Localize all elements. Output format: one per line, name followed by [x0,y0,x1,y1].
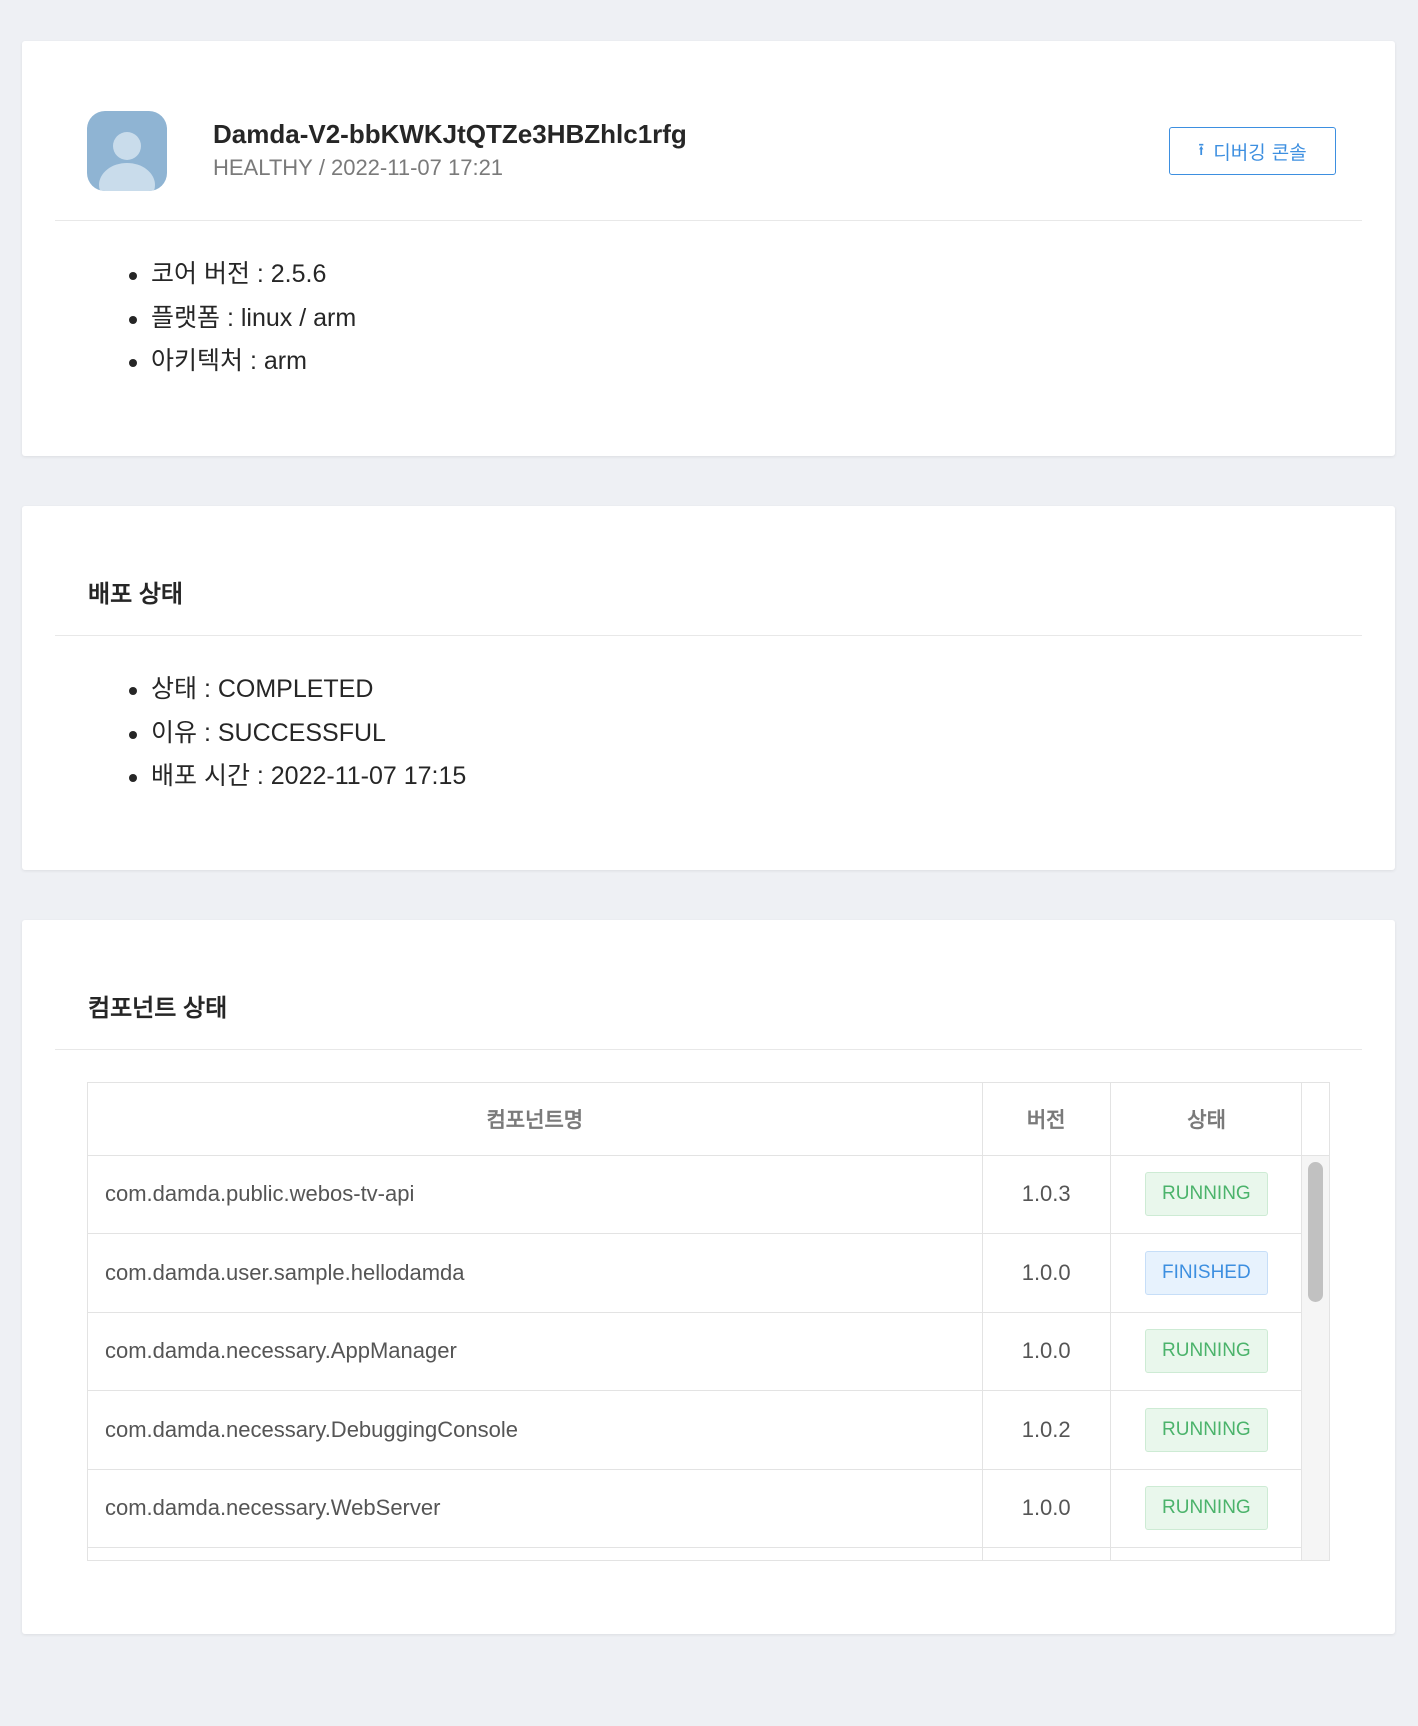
info-core-version: 코어 버전 : 2.5.6 [129,253,356,297]
device-status: HEALTHY [213,155,313,180]
debug-console-button[interactable]: ⭱ 디버깅 콘솔 [1169,127,1336,175]
deploy-header: 배포 상태 [55,506,1362,636]
device-card: Damda-V2-bbKWKJtQTZe3HBZhlc1rfg HEALTHY /… [22,41,1395,456]
status-badge: RUNNING [1144,1407,1268,1452]
component-version: 1.0.0 [982,1469,1111,1548]
device-avatar [87,111,167,191]
status-badge: FINISHED [1144,1250,1268,1295]
component-name: com.damda.necessary.WebServer [88,1469,983,1548]
component-version: 1.0.0 [982,1233,1111,1313]
status-badge: RUNNING [1144,1172,1268,1217]
components-header: 컴포넌트 상태 [55,920,1362,1050]
deploy-info-list: 상태 : COMPLETED 이유 : SUCCESSFUL 배포 시간 : 2… [129,668,466,799]
table-row[interactable]: com.damda.necessary.DebuggingConsole 1.0… [88,1390,1304,1470]
device-timestamp: 2022-11-07 17:21 [330,155,504,180]
table-header-row: 컴포넌트명 버전 상태 [88,1083,1303,1156]
deploy-time: 배포 시간 : 2022-11-07 17:15 [129,755,466,799]
info-platform: 플랫폼 : linux / arm [129,297,356,341]
table-row[interactable]: com.damda.necessary.AppManager 1.0.0 RUN… [88,1312,1304,1391]
deploy-title: 배포 상태 [88,581,183,608]
table-row[interactable]: com.damda.necessary.WebServer 1.0.0 RUNN… [88,1469,1304,1548]
component-name: com.damda.necessary.AppManager [88,1312,983,1391]
component-version: 1.0.0 [982,1312,1111,1391]
upload-icon: ⭱ [1198,139,1205,160]
scrollbar-thumb[interactable] [1308,1162,1323,1302]
info-architecture: 아키텍처 : arm [129,340,356,384]
components-table: 컴포넌트명 버전 상태 com.damda.public.webos-tv-ap… [88,1083,1304,1560]
table-row[interactable]: com.damda.user.sample.hellodamda 1.0.0 F… [88,1233,1304,1313]
avatar-body-shape [99,163,155,191]
deploy-card: 배포 상태 상태 : COMPLETED 이유 : SUCCESSFUL 배포 … [22,506,1395,870]
device-info-list: 코어 버전 : 2.5.6 플랫폼 : linux / arm 아키텍처 : a… [129,253,356,384]
components-card: 컴포넌트 상태 컴포넌트명 버전 상태 com.damda.public.web… [22,920,1395,1634]
table-row[interactable] [88,1547,1304,1560]
table-row[interactable]: com.damda.public.webos-tv-api 1.0.3 RUNN… [88,1155,1304,1234]
debug-console-label: 디버깅 콘솔 [1213,141,1307,164]
components-title: 컴포넌트 상태 [88,995,228,1022]
scrollbar-track[interactable] [1302,1155,1329,1560]
column-header-name[interactable]: 컴포넌트명 [88,1083,983,1156]
component-version: 1.0.3 [982,1155,1111,1234]
deploy-reason: 이유 : SUCCESSFUL [129,712,466,756]
device-header: Damda-V2-bbKWKJtQTZe3HBZhlc1rfg HEALTHY /… [55,41,1362,221]
column-header-status[interactable]: 상태 [1110,1083,1303,1156]
component-name: com.damda.user.sample.hellodamda [88,1233,983,1313]
device-name: Damda-V2-bbKWKJtQTZe3HBZhlc1rfg [213,119,687,149]
column-header-version[interactable]: 버전 [982,1083,1111,1156]
component-version: 1.0.2 [982,1390,1111,1470]
avatar-head-shape [113,132,141,160]
device-status-line: HEALTHY/2022-11-07 17:21 [213,155,503,181]
component-name: com.damda.public.webos-tv-api [88,1155,983,1234]
component-name: com.damda.necessary.DebuggingConsole [88,1390,983,1470]
table-scrollbar[interactable] [1301,1083,1329,1560]
status-badge: RUNNING [1144,1329,1268,1374]
status-badge: RUNNING [1144,1486,1268,1531]
components-table-container[interactable]: 컴포넌트명 버전 상태 com.damda.public.webos-tv-ap… [87,1082,1330,1561]
status-separator: / [318,155,325,180]
deploy-state: 상태 : COMPLETED [129,668,466,712]
